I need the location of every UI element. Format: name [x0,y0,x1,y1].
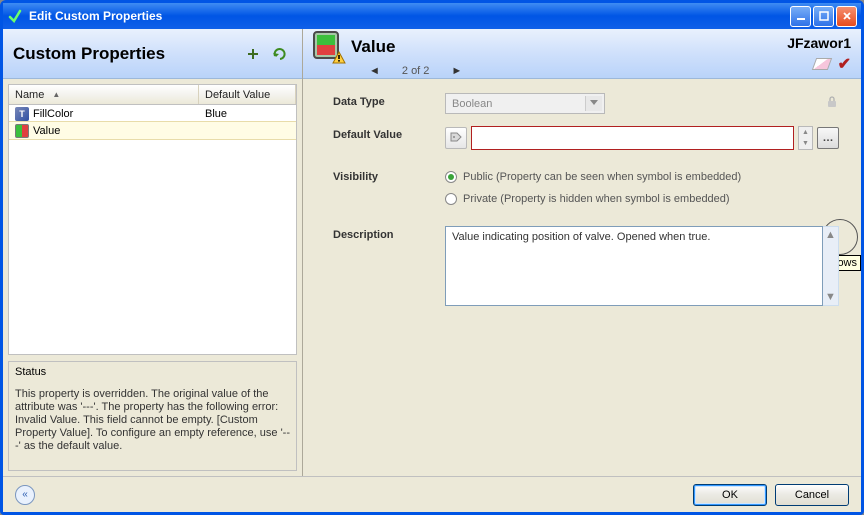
status-panel: Status This property is overridden. The … [8,361,297,471]
next-property-button[interactable]: ► [447,63,466,79]
description-scrollbar[interactable]: ▲▼ [823,226,839,306]
maximize-button[interactable] [813,6,834,27]
left-header: Custom Properties [3,29,302,79]
client-area: Custom Properties Name Default Value [3,29,861,512]
label-description: Description [333,226,445,241]
lock-icon [825,95,839,112]
description-textarea[interactable]: Value indicating position of valve. Open… [445,226,823,306]
column-default[interactable]: Default Value [199,85,296,104]
cell-name: Value [33,125,60,137]
description-text: Value indicating position of valve. Open… [452,231,710,243]
status-title: Status [15,366,290,378]
warning-icon [332,51,346,65]
table-header: Name Default Value [9,85,296,105]
ok-button[interactable]: OK [693,484,767,506]
restore-property-button[interactable] [270,44,292,64]
property-type-icon [313,31,343,63]
visibility-public-radio[interactable]: Public (Property can be seen when symbol… [445,168,741,186]
context-name: JFzawor1 [787,35,851,51]
left-panel: Custom Properties Name Default Value [3,29,303,476]
apply-button[interactable]: ✔ [838,54,851,74]
value-spinner[interactable]: ▲▼ [798,126,813,150]
cancel-button[interactable]: Cancel [775,484,849,506]
value-icon [15,124,29,138]
status-body: This property is overridden. The origina… [15,388,290,453]
default-value-input[interactable] [471,126,794,150]
tag-picker-button[interactable] [445,127,467,149]
table-body: FillColor Blue Value [9,105,296,354]
left-heading: Custom Properties [13,44,236,64]
collapse-left-button[interactable]: « [15,485,35,505]
datatype-dropdown[interactable]: Boolean [445,93,605,114]
pager-text: 2 of 2 [402,65,430,77]
datatype-value: Boolean [452,98,492,110]
chevron-down-icon [590,100,598,105]
radio-unchecked-icon [445,193,457,205]
prev-property-button[interactable]: ◄ [365,63,384,79]
right-header: Value JFzawor1 ◄ 2 of 2 ► ✔ [303,29,861,79]
app-icon [7,8,23,24]
cell-default: Blue [199,108,296,120]
right-panel: Value JFzawor1 ◄ 2 of 2 ► ✔ Dat [303,29,861,476]
dialog-footer: « OK Cancel [3,476,861,512]
property-title: Value [351,37,395,57]
label-datatype: Data Type [333,93,445,108]
close-button[interactable] [836,6,857,27]
visibility-private-label: Private (Property is hidden when symbol … [463,193,730,205]
minimize-button[interactable] [790,6,811,27]
table-row[interactable]: FillColor Blue [9,105,296,122]
form-area: Data Type Boolean Default Val [303,79,861,476]
visibility-private-radio[interactable]: Private (Property is hidden when symbol … [445,190,730,208]
clear-button[interactable] [811,58,831,70]
properties-table: Name Default Value FillColor Blue [8,84,297,355]
radio-checked-icon [445,171,457,183]
browse-button[interactable]: … [817,127,839,149]
label-visibility: Visibility [333,168,445,183]
titlebar[interactable]: Edit Custom Properties [3,3,861,29]
edit-custom-properties-window: Edit Custom Properties Custom Properties [0,0,864,515]
column-name[interactable]: Name [9,85,199,104]
cell-name: FillColor [33,108,73,120]
label-defaultvalue: Default Value [333,126,445,141]
visibility-public-label: Public (Property can be seen when symbol… [463,171,741,183]
table-row[interactable]: Value [9,122,296,139]
add-property-button[interactable] [242,44,264,64]
fillcolor-icon [15,107,29,121]
window-title: Edit Custom Properties [29,9,162,23]
